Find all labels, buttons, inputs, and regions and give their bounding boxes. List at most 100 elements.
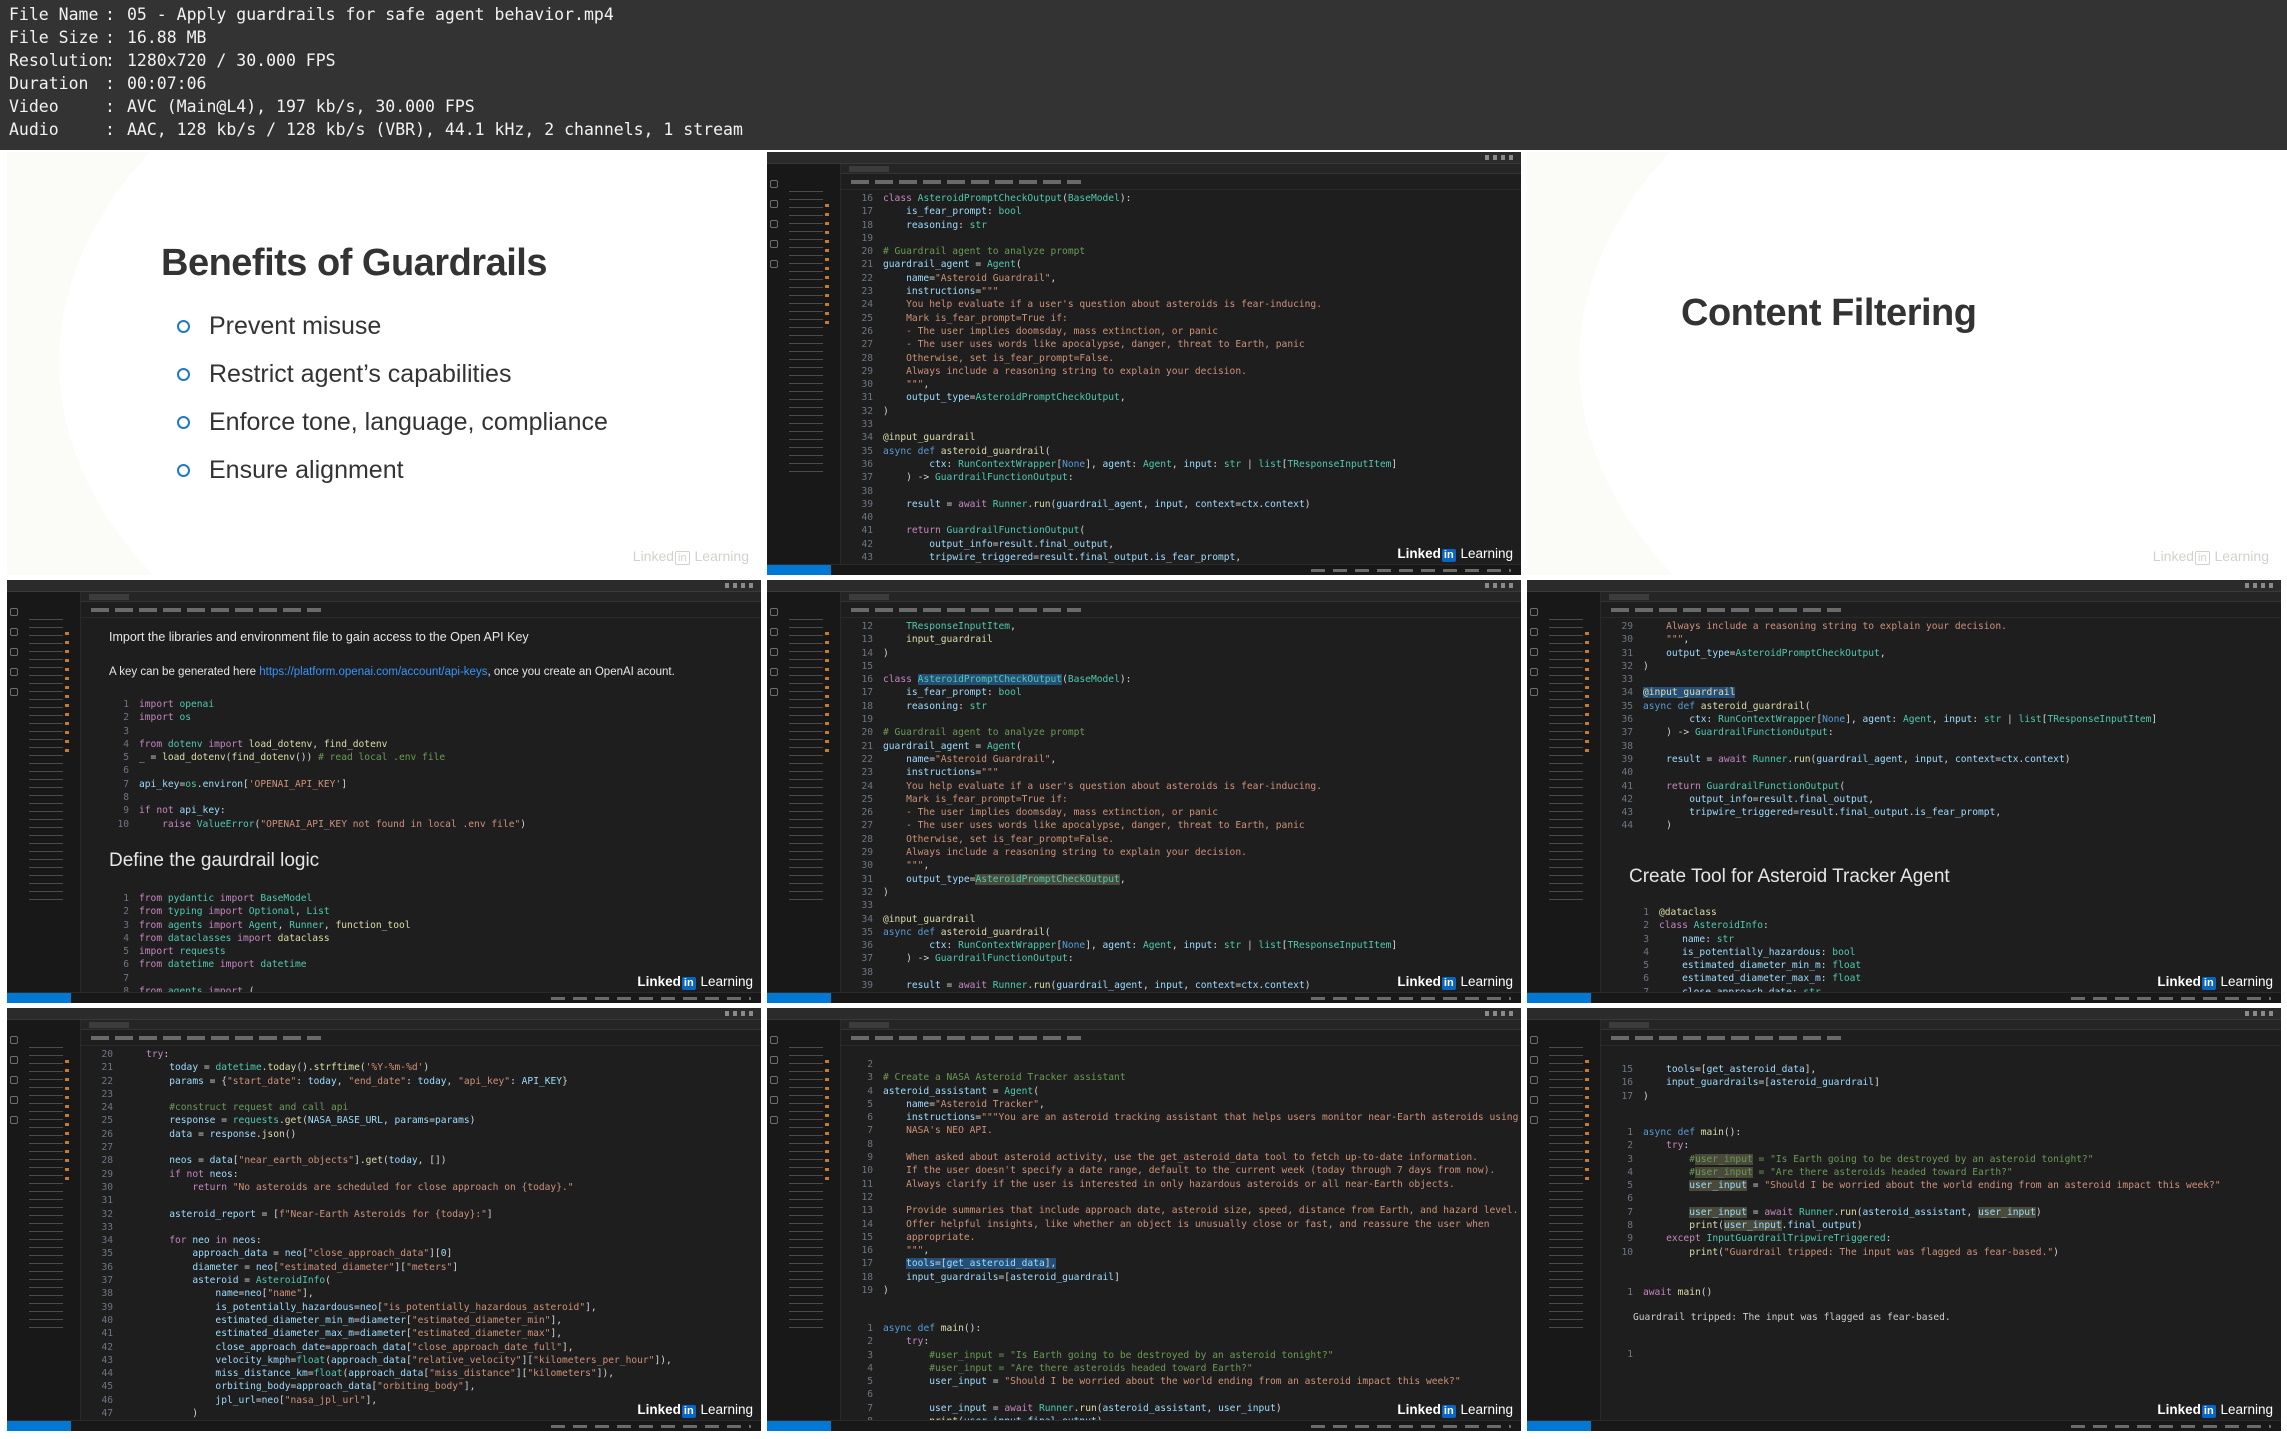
extensions-icon (770, 260, 778, 268)
notebook-toolbar (841, 1030, 1521, 1046)
extensions-icon (770, 1116, 778, 1124)
extensions-icon (770, 688, 778, 696)
explorer-icon (1530, 1036, 1538, 1044)
run-icon (1530, 668, 1538, 676)
code-cell: 20 try: 21 today = datetime.today().strf… (101, 1049, 672, 1420)
info-row-file-size: File Size:16.88 MB (9, 28, 207, 47)
code-cell: 1 async def main(): 2 try: 3 #user_input … (1621, 1127, 2221, 1258)
extensions-icon (10, 688, 18, 696)
explorer-sidebar (781, 1020, 841, 1420)
linkedin-learning-logo: Linked in Learning (2157, 974, 2273, 990)
activity-bar (767, 592, 781, 992)
editor-tabs (841, 592, 1521, 602)
source-control-icon (10, 648, 18, 656)
source-control-icon (1530, 1076, 1538, 1084)
editor-tabs (81, 1020, 761, 1030)
search-icon (10, 628, 18, 636)
slide-title: Benefits of Guardrails (161, 242, 547, 284)
extensions-icon (1530, 1116, 1538, 1124)
run-icon (10, 668, 18, 676)
run-icon (770, 240, 778, 248)
title-bar (767, 580, 1521, 592)
code-cell: 1 await main() (1627, 1287, 1713, 1298)
run-icon (770, 1096, 778, 1104)
status-bar (767, 992, 1521, 1003)
notebook-toolbar (841, 174, 1521, 190)
thumbnail-ide-asteroid-assistant: 2 3 # Create a NASA Asteroid Tracker assi… (767, 1008, 1521, 1431)
notebook-toolbar (841, 602, 1521, 618)
extensions-icon (10, 1116, 18, 1124)
linkedin-learning-logo: Linked in Learning (1397, 974, 1513, 990)
bullet-list: Prevent misuse Restrict agent’s capabili… (177, 302, 608, 494)
explorer-icon (770, 180, 778, 188)
editor-tabs (1601, 592, 2281, 602)
linkedin-learning-logo: Linked in Learning (1397, 1402, 1513, 1418)
code-cell: 2 3 # Create a NASA Asteroid Tracker assi… (861, 1059, 1519, 1297)
search-icon (770, 200, 778, 208)
explorer-icon (10, 608, 18, 616)
linkedin-learning-logo: Linked in Learning (637, 1402, 753, 1418)
thumbnail-ide-imports: Import the libraries and environment fil… (7, 580, 761, 1003)
search-icon (770, 628, 778, 636)
markdown-paragraph: A key can be generated here https://plat… (109, 666, 675, 678)
search-icon (1530, 628, 1538, 636)
status-bar (767, 564, 1521, 575)
source-control-icon (770, 1076, 778, 1084)
thumbnail-slide-content-filtering: Content Filtering Linked in Learning (1527, 152, 2281, 575)
notebook-toolbar (1601, 1030, 2281, 1046)
explorer-sidebar (21, 592, 81, 992)
search-icon (10, 1056, 18, 1064)
activity-bar (1527, 592, 1541, 992)
code-cell: 1 from pydantic import BaseModel 2 from ty… (123, 893, 411, 997)
code-cell: 29 Always include a reasoning string to … (1621, 621, 2158, 832)
bullet-item: Ensure alignment (177, 446, 608, 494)
thumbnail-ide-api-request: 20 try: 21 today = datetime.today().strf… (7, 1008, 761, 1431)
code-cell: 1 async def main(): 2 try: 3 #user_input … (867, 1323, 1461, 1427)
activity-bar (1527, 1020, 1541, 1420)
explorer-icon (1530, 608, 1538, 616)
activity-bar (7, 592, 21, 992)
source-control-icon (770, 648, 778, 656)
explorer-sidebar (781, 164, 841, 564)
linkedin-learning-logo: Linked in Learning (1397, 546, 1513, 562)
bullet-item: Prevent misuse (177, 302, 608, 350)
title-bar (1527, 580, 2281, 592)
title-bar (7, 580, 761, 592)
explorer-icon (770, 1036, 778, 1044)
explorer-sidebar (1541, 1020, 1601, 1420)
bullet-item: Restrict agent’s capabilities (177, 350, 608, 398)
code-cell: 15 tools=[get_asteroid_data], 16 input_g… (1621, 1064, 1880, 1102)
markdown-paragraph: Import the libraries and environment fil… (109, 630, 529, 644)
markdown-heading: Define the gaurdrail logic (109, 850, 320, 871)
source-control-icon (1530, 648, 1538, 656)
thumbnail-slide-benefits: Benefits of Guardrails Prevent misuse Re… (7, 152, 761, 575)
linkedin-learning-logo: Linked in Learning (2157, 1402, 2273, 1418)
status-bar (767, 1420, 1521, 1431)
info-row-video: Video: AVC (Main@L4), 197 kb/s, 30.000 FP… (9, 97, 475, 116)
search-icon (1530, 1056, 1538, 1064)
source-control-icon (770, 220, 778, 228)
explorer-sidebar (1541, 592, 1601, 992)
code-cell: 16 class AsteroidPromptCheckOutput(BaseMo… (861, 193, 1398, 564)
info-row-audio: Audio: AAC, 128 kb/s / 128 kb/s (VBR), 44… (9, 120, 743, 139)
explorer-sidebar (21, 1020, 81, 1420)
run-icon (1530, 1096, 1538, 1104)
bullet-item: Enforce tone, language, compliance (177, 398, 608, 446)
explorer-icon (10, 1036, 18, 1044)
code-cell: 12 TResponseInputItem, 13 input_guardrai… (861, 621, 1398, 992)
slide-title: Content Filtering (1681, 292, 1977, 334)
thumbnail-ide-main-run: 15 tools=[get_asteroid_data], 16 input_g… (1527, 1008, 2281, 1431)
activity-bar (767, 164, 781, 564)
status-bar (7, 992, 761, 1003)
api-keys-link[interactable]: https://platform.openai.com/account/api-… (259, 666, 487, 678)
cell-output: Guardrail tripped: The input was flagged… (1633, 1312, 1951, 1323)
run-icon (10, 1096, 18, 1104)
notebook-toolbar (81, 1030, 761, 1046)
activity-bar (767, 1020, 781, 1420)
code-cell: 1 @dataclass 2 class AsteroidInfo: 3 name:… (1643, 907, 1862, 998)
code-cell: 1 import openai 2 import os 3 4 from dotenv… (117, 699, 527, 830)
explorer-icon (770, 608, 778, 616)
info-row-duration: Duration:00:07:06 (9, 74, 207, 93)
markdown-heading: Create Tool for Asteroid Tracker Agent (1629, 866, 1950, 887)
code-cell: 1 (1627, 1349, 1633, 1360)
